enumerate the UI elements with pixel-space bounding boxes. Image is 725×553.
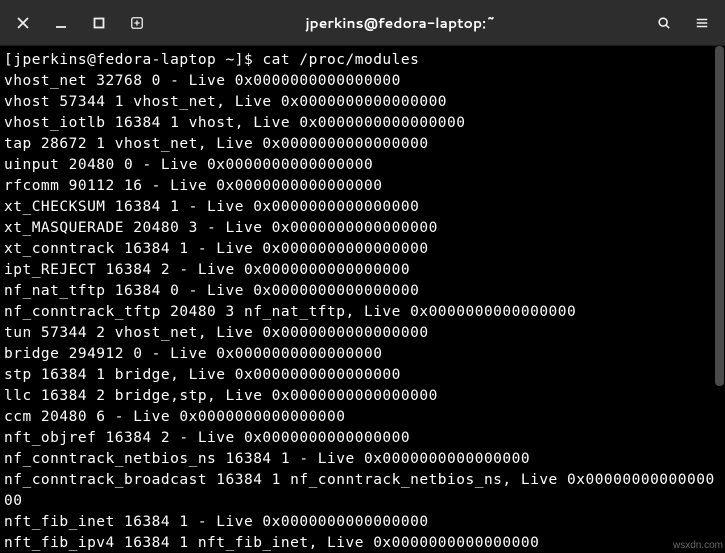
output-line: ccm 20480 6 - Live 0x0000000000000000 bbox=[4, 409, 346, 425]
output-line: uinput 20480 0 - Live 0x0000000000000000 bbox=[4, 157, 373, 173]
output-line: nf_conntrack_tftp 20480 3 nf_nat_tftp, L… bbox=[4, 304, 576, 320]
minimize-button[interactable] bbox=[44, 6, 78, 40]
output-line: nft_fib_inet 16384 1 - Live 0x0000000000… bbox=[4, 514, 429, 530]
search-icon bbox=[657, 16, 671, 30]
menu-button[interactable] bbox=[685, 6, 719, 40]
maximize-button[interactable] bbox=[82, 6, 116, 40]
new-tab-icon bbox=[130, 16, 144, 30]
output-line: rfcomm 90112 16 - Live 0x000000000000000… bbox=[4, 178, 382, 194]
search-button[interactable] bbox=[647, 6, 681, 40]
scrollbar-thumb[interactable] bbox=[715, 46, 724, 386]
output-line: xt_conntrack 16384 1 - Live 0x0000000000… bbox=[4, 241, 429, 257]
titlebar: jperkins@fedora-laptop:~ bbox=[0, 0, 725, 46]
titlebar-right-controls bbox=[647, 6, 719, 40]
output-line: tap 28672 1 vhost_net, Live 0x0000000000… bbox=[4, 136, 429, 152]
output-line: xt_MASQUERADE 20480 3 - Live 0x000000000… bbox=[4, 220, 438, 236]
prompt: [jperkins@fedora-laptop ~]$ cat /proc/mo… bbox=[4, 52, 419, 68]
scrollbar-track[interactable] bbox=[715, 46, 724, 553]
prompt-command: cat /proc/modules bbox=[262, 52, 419, 68]
output-line: nf_conntrack_netbios_ns 16384 1 - Live 0… bbox=[4, 451, 530, 467]
hamburger-icon bbox=[695, 16, 709, 30]
output-line: stp 16384 1 bridge, Live 0x0000000000000… bbox=[4, 367, 401, 383]
output-line: vhost_iotlb 16384 1 vhost, Live 0x000000… bbox=[4, 115, 466, 131]
output-line: xt_CHECKSUM 16384 1 - Live 0x00000000000… bbox=[4, 199, 419, 215]
window-title: jperkins@fedora-laptop:~ bbox=[305, 13, 495, 33]
output-line: tun 57344 2 vhost_net, Live 0x0000000000… bbox=[4, 325, 429, 341]
close-icon bbox=[16, 16, 30, 30]
maximize-icon bbox=[92, 16, 106, 30]
prompt-userhost: [jperkins@fedora-laptop ~]$ bbox=[4, 52, 262, 68]
new-tab-button[interactable] bbox=[120, 6, 154, 40]
terminal-area[interactable]: [jperkins@fedora-laptop ~]$ cat /proc/mo… bbox=[0, 46, 725, 553]
titlebar-left-controls bbox=[6, 6, 154, 40]
output-line: nf_conntrack_broadcast 16384 1 nf_conntr… bbox=[4, 472, 715, 509]
close-button[interactable] bbox=[6, 6, 40, 40]
output-line: nf_nat_tftp 16384 0 - Live 0x00000000000… bbox=[4, 283, 419, 299]
output-line: llc 16384 2 bridge,stp, Live 0x000000000… bbox=[4, 388, 438, 404]
output-line: vhost_net 32768 0 - Live 0x0000000000000… bbox=[4, 73, 401, 89]
output-line: ipt_REJECT 16384 2 - Live 0x000000000000… bbox=[4, 262, 410, 278]
output-line: nft_objref 16384 2 - Live 0x000000000000… bbox=[4, 430, 410, 446]
output-line: bridge 294912 0 - Live 0x000000000000000… bbox=[4, 346, 382, 362]
output-line: nft_fib_ipv4 16384 1 nft_fib_inet, Live … bbox=[4, 535, 539, 551]
output-line: vhost 57344 1 vhost_net, Live 0x00000000… bbox=[4, 94, 447, 110]
minimize-icon bbox=[54, 16, 68, 30]
watermark: wsxdn.com bbox=[673, 540, 723, 551]
